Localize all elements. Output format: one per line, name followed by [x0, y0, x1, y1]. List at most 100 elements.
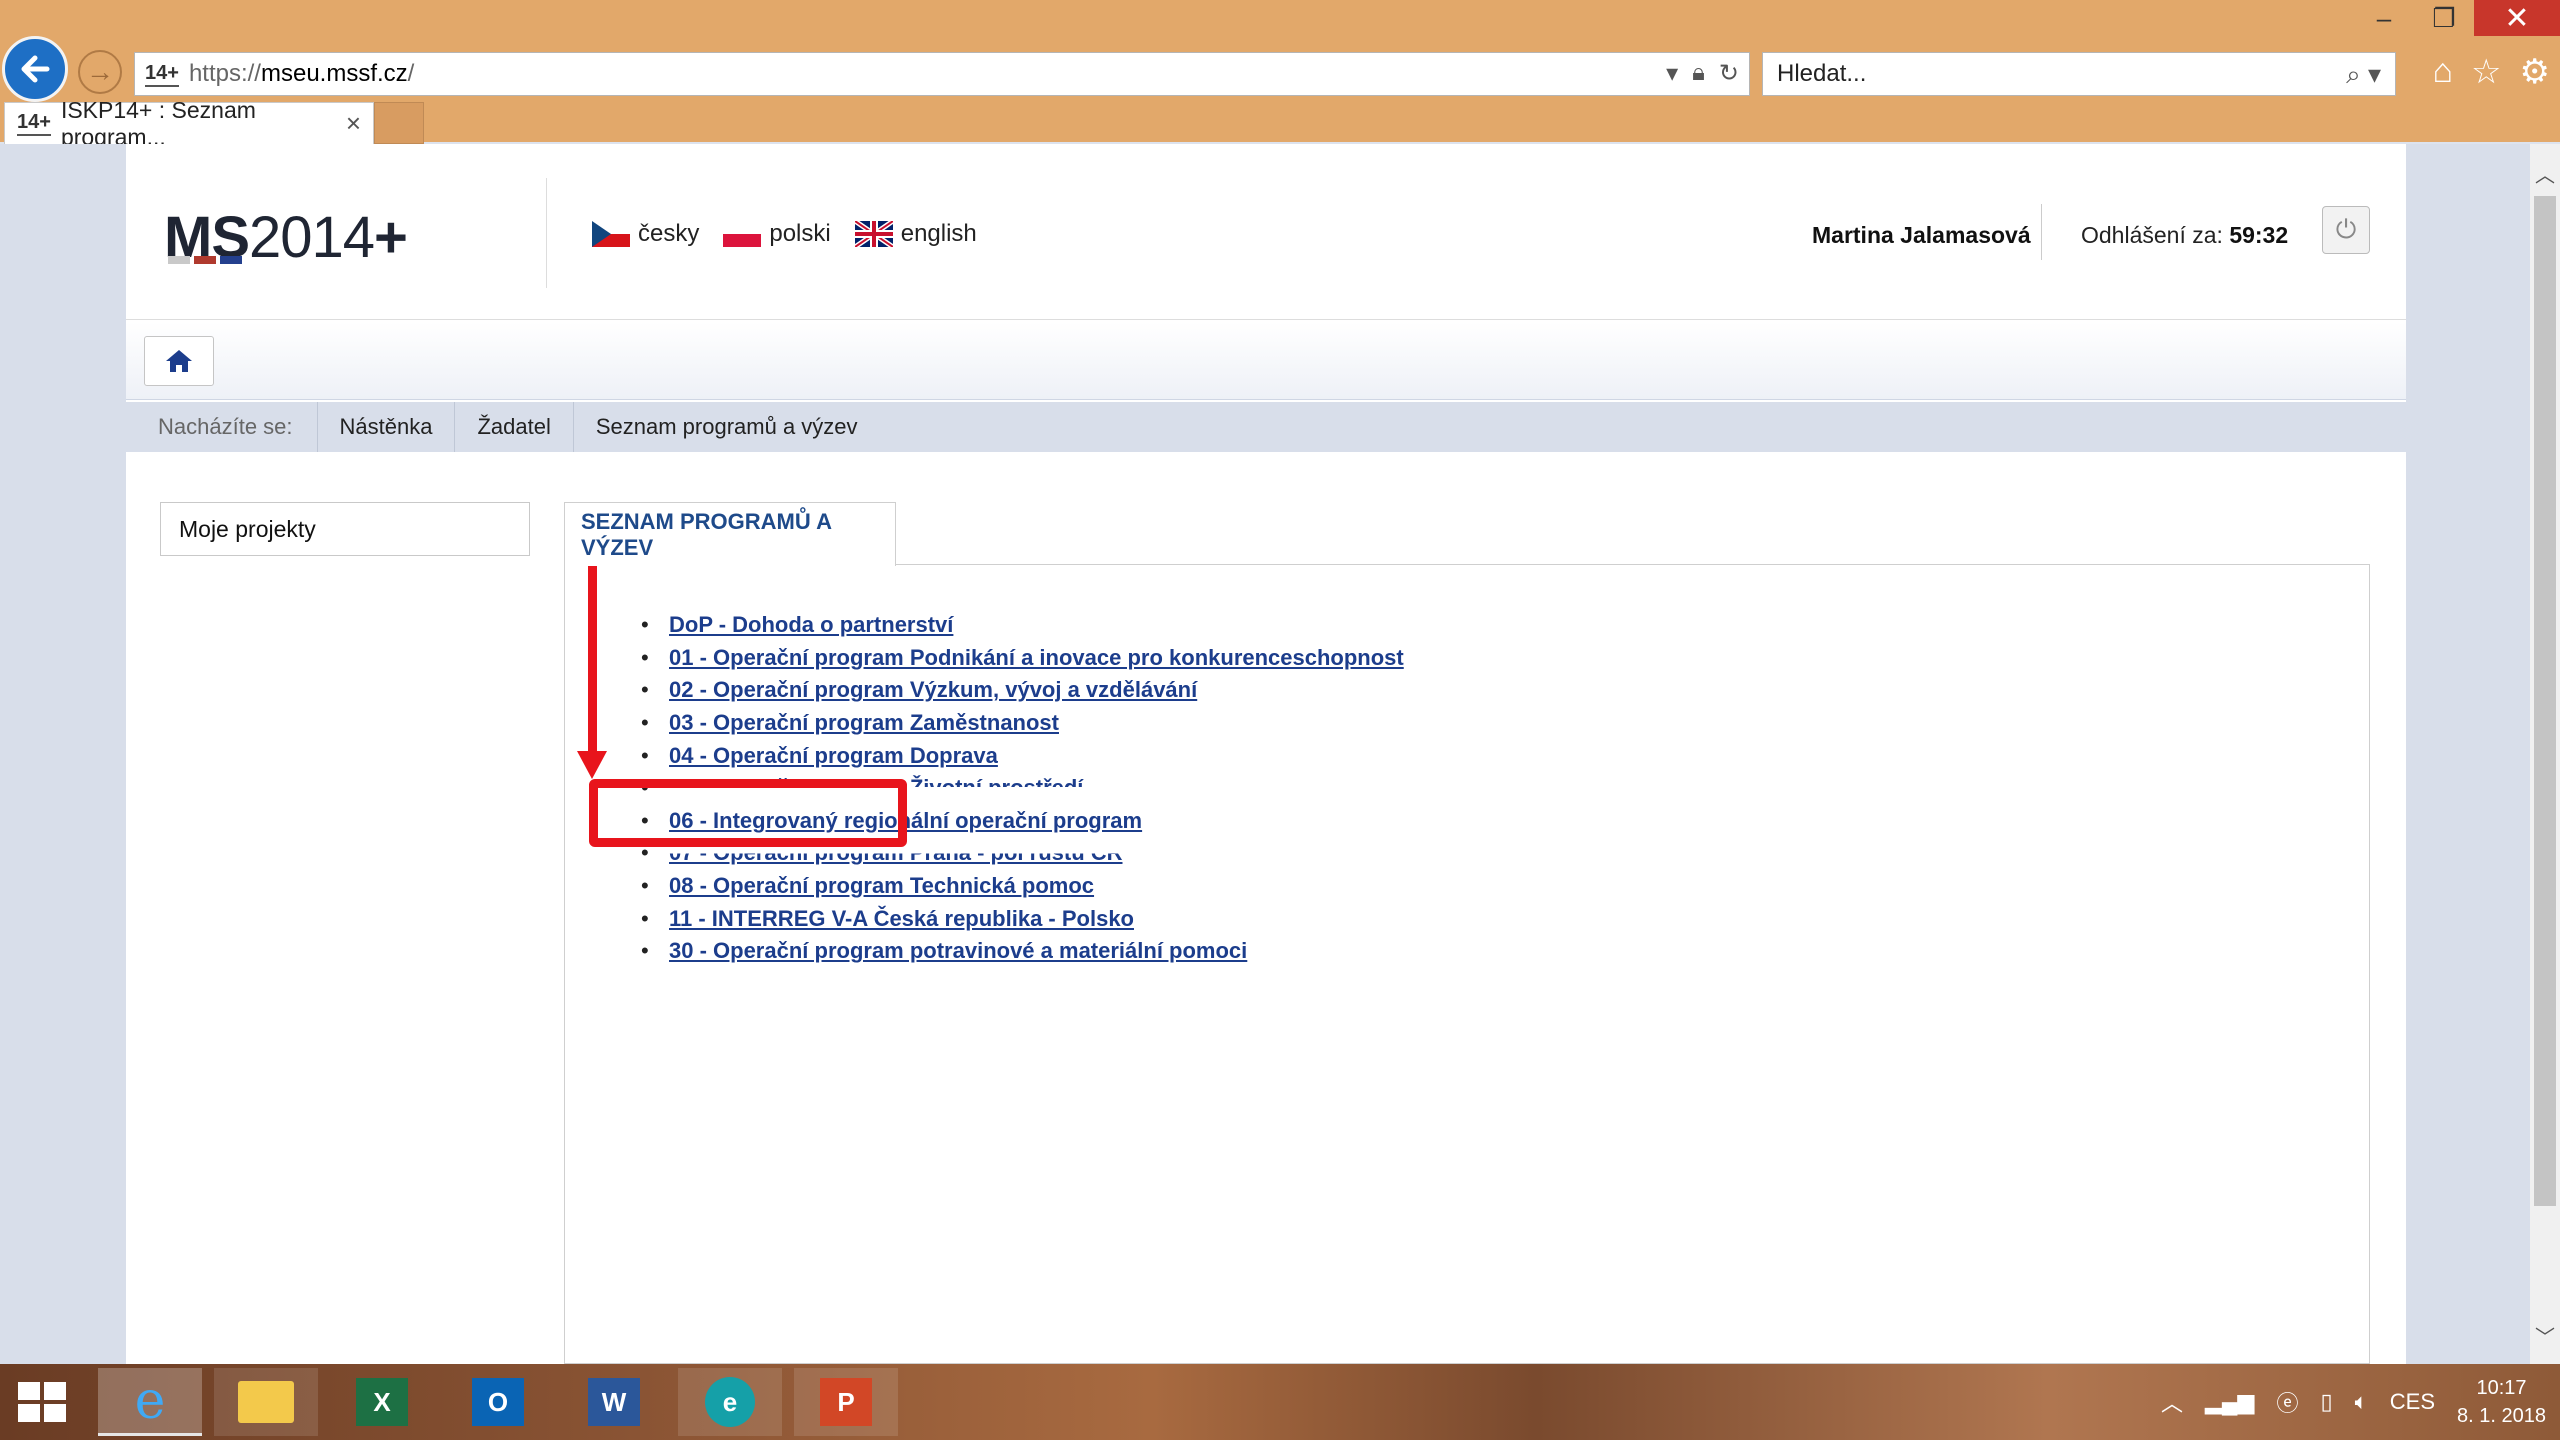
list-item: • 08 - Operační program Technická pomoc: [641, 873, 1095, 899]
input-language[interactable]: CES: [2390, 1389, 2435, 1415]
polish-flag-icon: [723, 221, 762, 247]
my-projects-button[interactable]: Moje projekty: [160, 502, 530, 556]
home-icon: [166, 350, 192, 372]
dropdown-icon[interactable]: ▾: [1666, 59, 1678, 88]
clock[interactable]: 10:17 8. 1. 2018: [2457, 1374, 2546, 1430]
restore-button[interactable]: ❐: [2414, 0, 2474, 36]
annotation-arrow: [588, 565, 597, 753]
outlook-icon: O: [472, 1378, 524, 1426]
lang-czech[interactable]: česky: [592, 220, 699, 248]
word-icon: W: [588, 1378, 640, 1426]
list-item: • 04 - Operační program Doprava: [641, 742, 998, 769]
program-link[interactable]: 11 - INTERREG V-A Česká republika - Pols…: [669, 906, 1134, 932]
annotation-highlight-box: [589, 779, 907, 847]
edge-tray-icon[interactable]: ⓔ: [2276, 1386, 2298, 1418]
taskbar-internet-explorer[interactable]: e: [98, 1368, 202, 1436]
browser-titlebar: – ❐ ✕ → 14+ https://mseu.mssf.cz/ ▾ 🔒︎ ↻…: [0, 0, 2560, 150]
lang-polish-label: polski: [769, 220, 831, 247]
search-placeholder: Hledat...: [1777, 60, 1867, 87]
system-tray: ︿ ▂▄▆ ⓔ ▯ 🔈︎ CES 10:17 8. 1. 2018: [2161, 1364, 2546, 1440]
home-icon[interactable]: ⌂: [2432, 52, 2453, 92]
lang-polish[interactable]: polski: [723, 220, 831, 248]
address-bar[interactable]: 14+ https://mseu.mssf.cz/ ▾ 🔒︎ ↻: [134, 52, 1750, 96]
battery-icon[interactable]: ▯: [2320, 1389, 2332, 1415]
program-link[interactable]: 04 - Operační program Doprava: [669, 743, 998, 769]
lang-czech-label: česky: [638, 220, 700, 247]
breadcrumb-item-zadatel[interactable]: Žadatel: [454, 402, 572, 452]
breadcrumb: Nacházíte se: Nástěnka Žadatel Seznam pr…: [126, 402, 2406, 452]
list-item: • 30 - Operační program potravinové a mat…: [641, 938, 1248, 964]
power-icon: ⏻: [2335, 214, 2357, 244]
search-input[interactable]: Hledat... ⌕ ▾: [1762, 52, 2396, 96]
page-viewport: MS2014+ česky polski english Martina Jal…: [0, 144, 2530, 1364]
uk-flag-icon: [854, 221, 893, 247]
program-link[interactable]: 02 - Operační program Výzkum, vývoj a vz…: [669, 677, 1197, 703]
close-window-button[interactable]: ✕: [2474, 0, 2560, 36]
language-switcher: česky polski english: [592, 220, 977, 248]
scroll-thumb[interactable]: [2534, 196, 2556, 1206]
header-divider-2: [2041, 204, 2042, 260]
network-signal-icon[interactable]: ▂▄▆: [2205, 1389, 2254, 1415]
internet-explorer-icon: e: [134, 1370, 166, 1431]
taskbar-excel[interactable]: X: [330, 1368, 434, 1436]
new-tab-button[interactable]: [374, 102, 424, 144]
list-item: • 11 - INTERREG V-A Česká republika - Pol…: [641, 905, 1134, 932]
powerpoint-icon: P: [820, 1378, 872, 1426]
refresh-icon[interactable]: ↻: [1719, 59, 1739, 88]
clock-date: 8. 1. 2018: [2457, 1405, 2546, 1427]
program-link[interactable]: 30 - Operační program potravinové a mate…: [669, 938, 1247, 964]
czech-flag-icon: [592, 221, 630, 247]
forward-arrow-icon: →: [86, 56, 114, 87]
windows-start-icon[interactable]: [18, 1382, 66, 1422]
home-button[interactable]: [144, 336, 214, 386]
windows-taskbar: e X O W e P ︿ ▂▄▆ ⓔ ▯ 🔈︎ CES 10:17 8. 1.…: [0, 1364, 2560, 1440]
tab-favicon: 14+: [17, 111, 51, 136]
window-controls: – ❐ ✕: [2354, 0, 2560, 36]
taskbar-powerpoint[interactable]: P: [794, 1368, 898, 1436]
address-text: https://mseu.mssf.cz/: [188, 60, 415, 87]
volume-icon[interactable]: 🔈︎: [2355, 1389, 2368, 1415]
scroll-down-icon[interactable]: ﹀: [2530, 1320, 2560, 1350]
site-header: MS2014+ česky polski english Martina Jal…: [126, 144, 2406, 320]
lang-english[interactable]: english: [854, 220, 977, 248]
logo-bars: [168, 256, 242, 264]
taskbar-outlook[interactable]: O: [446, 1368, 550, 1436]
logout-timer: Odhlášení za: 59:32: [2081, 222, 2289, 248]
vertical-scrollbar[interactable]: ︿ ﹀: [2530, 144, 2560, 1364]
list-item: • 03 - Operační program Zaměstnanost: [641, 710, 1059, 736]
program-link[interactable]: 03 - Operační program Zaměstnanost: [669, 710, 1059, 736]
taskbar-edge[interactable]: e: [678, 1368, 782, 1436]
lock-icon[interactable]: 🔒︎: [1692, 59, 1705, 88]
settings-gear-icon[interactable]: ⚙: [2520, 52, 2550, 92]
favorites-star-icon[interactable]: ☆: [2471, 52, 2501, 92]
edge-icon: e: [705, 1377, 755, 1427]
tab-title: ISKP14+ : Seznam program...: [60, 96, 256, 150]
tab-program-list[interactable]: SEZNAM PROGRAMŮ A VÝZEV: [564, 502, 896, 566]
taskbar-file-explorer[interactable]: [214, 1368, 318, 1436]
logout-button[interactable]: ⏻: [2322, 206, 2370, 254]
program-link[interactable]: 01 - Operační program Podnikání a inovac…: [669, 645, 1404, 671]
list-item: • 02 - Operační program Výzkum, vývoj a v…: [641, 677, 1198, 703]
list-item: • 01 - Operační program Podnikání a inova…: [641, 644, 1404, 671]
excel-icon: X: [356, 1378, 408, 1426]
taskbar-word[interactable]: W: [562, 1368, 666, 1436]
program-link[interactable]: DoP - Dohoda o partnerství: [669, 612, 953, 638]
breadcrumb-label: Nacházíte se:: [158, 414, 293, 439]
breadcrumb-item-nastenka[interactable]: Nástěnka: [316, 402, 455, 452]
tab-close-icon[interactable]: ×: [346, 108, 361, 139]
back-button[interactable]: [2, 36, 68, 102]
program-link[interactable]: 08 - Operační program Technická pomoc: [669, 873, 1094, 899]
back-arrow-icon: [21, 55, 50, 83]
browser-tab-active[interactable]: 14+ ISKP14+ : Seznam program... ×: [4, 97, 374, 150]
site-favicon: 14+: [145, 62, 179, 87]
user-name[interactable]: Martina Jalamasová: [1812, 222, 2031, 249]
minimize-button[interactable]: –: [2354, 0, 2414, 36]
search-icon[interactable]: ⌕ ▾: [2346, 59, 2381, 91]
clock-time: 10:17: [2476, 1377, 2527, 1399]
lang-english-label: english: [900, 220, 977, 247]
folder-icon: [238, 1381, 294, 1423]
forward-button[interactable]: →: [78, 50, 122, 94]
page-container: MS2014+ česky polski english Martina Jal…: [126, 144, 2406, 1364]
show-hidden-icons-icon[interactable]: ︿: [2161, 1386, 2183, 1418]
scroll-up-icon[interactable]: ︿: [2530, 158, 2560, 188]
